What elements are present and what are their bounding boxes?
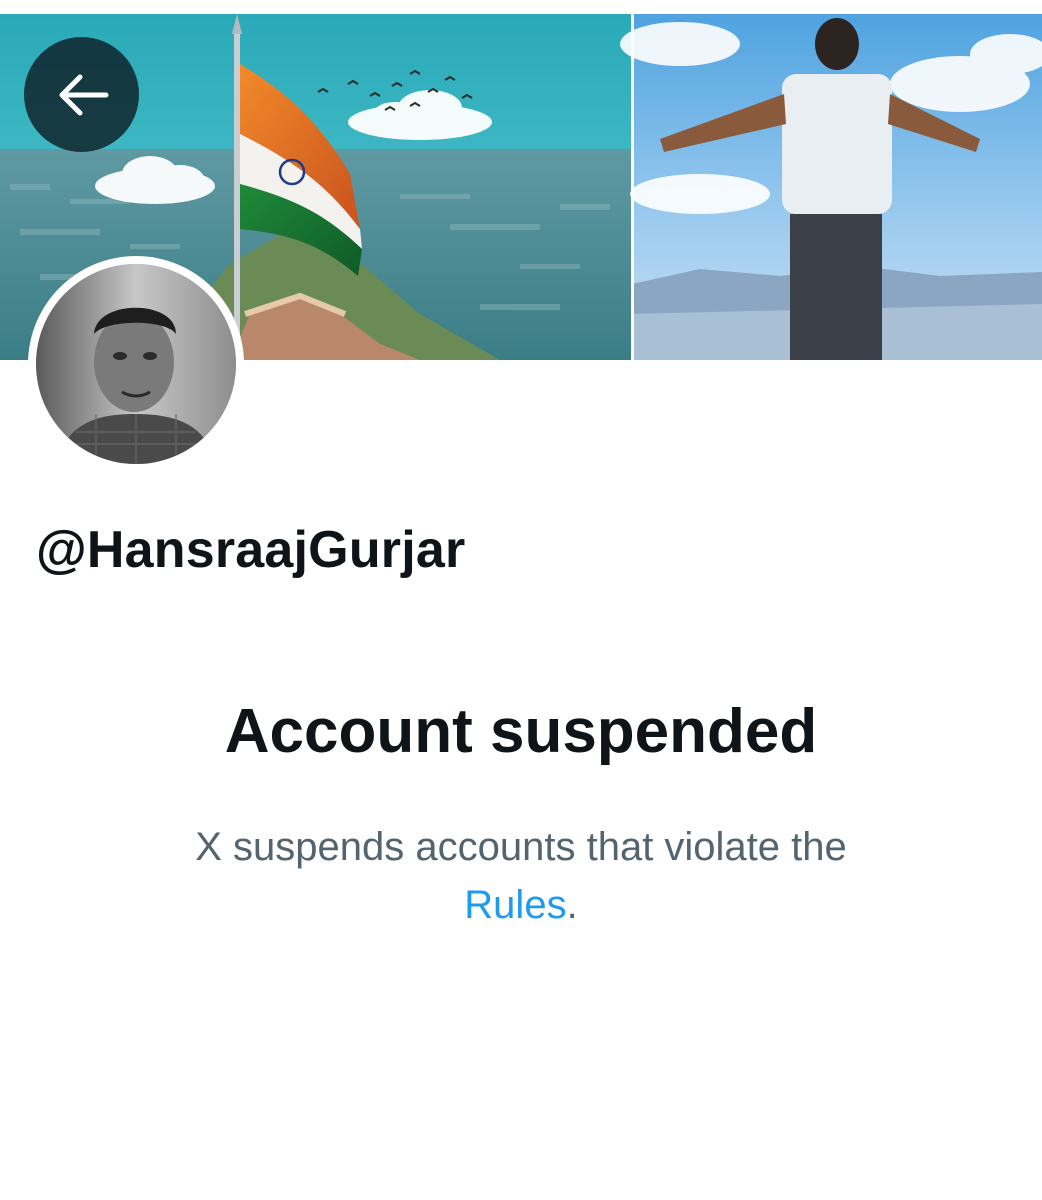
arrow-left-icon [54,71,110,119]
profile-handle: @HansraajGurjar [36,521,466,579]
suspension-description-period: . [566,883,578,927]
suspension-title: Account suspended [224,697,818,766]
profile-page: @HansraajGurjar Account suspended X susp… [0,0,1042,1200]
suspension-description-text: X suspends accounts that violate the [195,825,847,869]
suspension-description: X suspends accounts that violate the Rul… [0,818,1042,934]
back-button[interactable] [24,37,139,152]
avatar[interactable] [28,256,244,472]
rules-link[interactable]: Rules [464,883,566,927]
avatar-image [36,264,236,464]
